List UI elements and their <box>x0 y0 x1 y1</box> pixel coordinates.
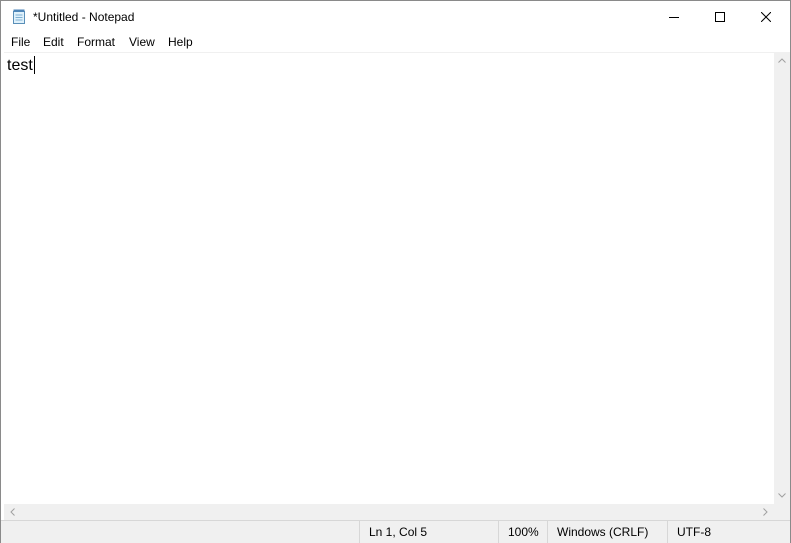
scroll-down-button[interactable] <box>774 487 790 504</box>
chevron-left-icon <box>10 508 15 516</box>
encoding-text: UTF-8 <box>677 525 711 539</box>
scrollbar-corner <box>774 504 790 520</box>
chevron-right-icon <box>763 508 768 516</box>
scroll-left-button[interactable] <box>4 504 21 520</box>
status-cursor-position: Ln 1, Col 5 <box>359 521 499 543</box>
status-zoom: 100% <box>498 521 548 543</box>
minimize-button[interactable] <box>651 1 697 32</box>
status-line-ending: Windows (CRLF) <box>547 521 668 543</box>
menu-file[interactable]: File <box>11 35 30 49</box>
editor-content: test <box>7 57 33 74</box>
scroll-up-button[interactable] <box>774 52 790 69</box>
line-ending-text: Windows (CRLF) <box>557 525 649 539</box>
zoom-text: 100% <box>508 525 539 539</box>
chevron-down-icon <box>778 493 786 498</box>
status-encoding: UTF-8 <box>667 521 790 543</box>
text-caret <box>33 56 35 74</box>
menu-view[interactable]: View <box>129 35 155 49</box>
minimize-icon <box>669 16 679 18</box>
close-icon <box>761 11 771 22</box>
status-bar: Ln 1, Col 5 100% Windows (CRLF) UTF-8 <box>1 520 790 543</box>
menu-format[interactable]: Format <box>77 35 115 49</box>
scroll-right-button[interactable] <box>757 504 774 520</box>
close-button[interactable] <box>743 1 789 32</box>
chevron-up-icon <box>778 58 786 63</box>
menu-help[interactable]: Help <box>168 35 193 49</box>
editor-text[interactable]: test <box>7 56 35 75</box>
menu-bar: File Edit Format View Help <box>1 32 790 52</box>
maximize-icon <box>715 11 725 22</box>
notepad-icon[interactable] <box>12 9 26 24</box>
title-bar[interactable]: *Untitled - Notepad <box>1 1 790 32</box>
horizontal-scrollbar[interactable] <box>4 504 774 520</box>
notepad-window: *Untitled - Notepad File Edit Format Vie… <box>0 0 791 543</box>
menu-edit[interactable]: Edit <box>43 35 64 49</box>
vertical-scrollbar[interactable] <box>774 52 790 504</box>
maximize-button[interactable] <box>697 1 743 32</box>
cursor-position-text: Ln 1, Col 5 <box>369 525 428 539</box>
text-editor[interactable]: test <box>4 52 774 505</box>
window-title: *Untitled - Notepad <box>33 10 135 24</box>
